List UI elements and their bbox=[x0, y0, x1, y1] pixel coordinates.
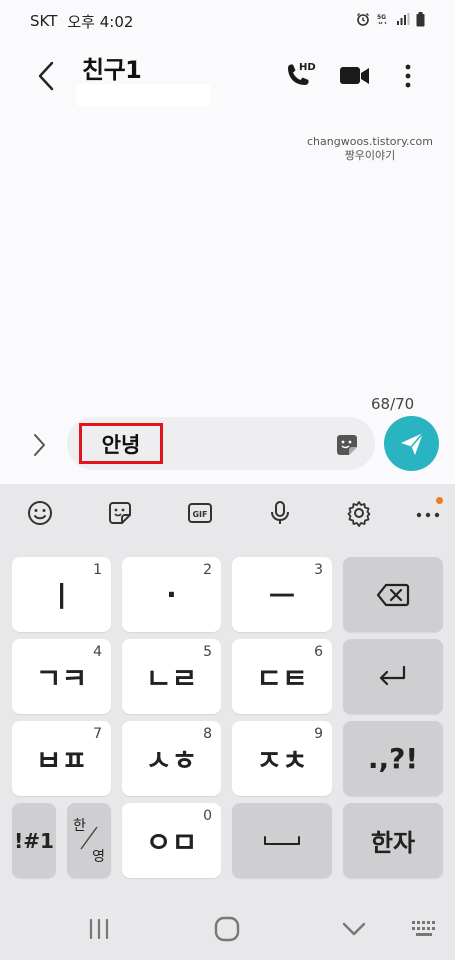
key-label: ㅅㅎ bbox=[145, 743, 198, 777]
watermark-blog-name: 짱우이야기 bbox=[344, 149, 396, 162]
sticker-icon bbox=[337, 435, 357, 455]
key-label: ㄱㅋ bbox=[35, 661, 88, 695]
emoji-button[interactable] bbox=[25, 498, 55, 528]
notification-dot bbox=[436, 497, 443, 504]
character-counter: 68/70 bbox=[371, 395, 415, 413]
key-label: .,?! bbox=[367, 742, 419, 775]
system-navigation-bar bbox=[0, 900, 455, 960]
hanja-key[interactable]: 한자 bbox=[343, 803, 443, 878]
conversation-header: 친구1 HD bbox=[0, 44, 455, 110]
chevron-down-icon bbox=[342, 922, 366, 936]
space-key[interactable] bbox=[232, 803, 332, 878]
phone-hd-icon: HD bbox=[288, 62, 316, 85]
video-call-button[interactable] bbox=[338, 62, 372, 90]
watermark-url: changwoos.tistory.com bbox=[307, 135, 433, 148]
hide-keyboard-button[interactable] bbox=[339, 914, 369, 944]
carrier-label: SKT bbox=[30, 12, 58, 30]
punctuation-key[interactable]: .,?! bbox=[343, 721, 443, 796]
key-label: ㅣ bbox=[48, 579, 75, 613]
key-label: 한자 bbox=[370, 829, 416, 857]
svg-text:5G: 5G bbox=[377, 14, 386, 21]
gear-icon bbox=[347, 501, 371, 527]
message-text-highlighted[interactable]: 안녕 bbox=[79, 423, 163, 464]
key-giyeok-kieuk[interactable]: ㄱㅋ 4 bbox=[12, 639, 111, 714]
key-digeut-tieut[interactable]: ㄷㅌ 6 bbox=[232, 639, 332, 714]
signal-icon bbox=[396, 12, 410, 30]
sticker-outline-icon bbox=[109, 502, 131, 524]
recents-icon bbox=[89, 918, 109, 940]
compose-row: 안녕 bbox=[0, 416, 455, 474]
back-button[interactable] bbox=[28, 58, 64, 94]
smiley-icon bbox=[28, 501, 52, 525]
chevron-left-icon bbox=[38, 61, 54, 91]
gif-label: GIF bbox=[192, 510, 207, 519]
status-bar: SKT 오후 4:02 5G bbox=[0, 0, 455, 42]
key-number: 7 bbox=[93, 726, 102, 742]
key-label: ㄷㅌ bbox=[256, 661, 308, 695]
more-options-button[interactable] bbox=[396, 58, 420, 94]
contact-name: 친구1 bbox=[82, 56, 142, 84]
key-label: ㄴㄹ bbox=[145, 661, 198, 695]
key-number: 9 bbox=[314, 726, 323, 742]
space-bar-icon bbox=[264, 835, 300, 845]
enter-key[interactable] bbox=[343, 639, 443, 714]
alarm-icon bbox=[356, 12, 370, 30]
microphone-icon bbox=[271, 501, 289, 524]
backspace-icon bbox=[376, 583, 410, 606]
key-number: 1 bbox=[93, 562, 102, 578]
keyboard-toolbar: GIF bbox=[0, 484, 455, 542]
samsung-keyboard: GIF ㅣ 1 · 2 ㅡ 3 ㄱㅋ 4 ㄴㄹ 5 ㄷㅌ 6 ㅂㅍ 7 ㅅㅎ 8… bbox=[0, 484, 455, 960]
battery-icon bbox=[416, 11, 425, 31]
key-number: 8 bbox=[203, 726, 212, 742]
key-number: 3 bbox=[314, 562, 323, 578]
key-number: 4 bbox=[93, 644, 102, 660]
key-number: 2 bbox=[203, 562, 212, 578]
keyboard-icon bbox=[412, 921, 435, 936]
hd-badge: HD bbox=[299, 62, 316, 73]
key-label: ㅇㅁ bbox=[145, 825, 198, 859]
key-nieun-rieul[interactable]: ㄴㄹ 5 bbox=[122, 639, 221, 714]
key-label: ㅈㅊ bbox=[256, 743, 308, 777]
keyboard-switch-button[interactable] bbox=[410, 914, 440, 944]
sticker-button[interactable] bbox=[333, 431, 361, 459]
key-label: ㅂㅍ bbox=[35, 743, 88, 777]
expand-attachments-button[interactable] bbox=[26, 430, 52, 460]
key-bieup-pieup[interactable]: ㅂㅍ 7 bbox=[12, 721, 111, 796]
gif-button[interactable]: GIF bbox=[185, 498, 215, 528]
enter-return-icon bbox=[379, 665, 406, 685]
key-ieung-mieum[interactable]: ㅇㅁ 0 bbox=[122, 803, 221, 878]
watermark: changwoos.tistory.com 짱우이야기 bbox=[307, 135, 433, 163]
recent-apps-button[interactable] bbox=[84, 914, 114, 944]
key-label: ㅡ bbox=[269, 579, 295, 613]
more-vertical-icon bbox=[405, 64, 411, 88]
keyboard-sticker-button[interactable] bbox=[105, 498, 135, 528]
home-rounded-square-icon bbox=[214, 916, 240, 942]
key-siot-hieut[interactable]: ㅅㅎ 8 bbox=[122, 721, 221, 796]
lang-english-label: 영 bbox=[92, 849, 105, 865]
hd-voice-call-button[interactable]: HD bbox=[282, 58, 316, 94]
key-jieut-chieut[interactable]: ㅈㅊ 9 bbox=[232, 721, 332, 796]
key-vowel-eu[interactable]: ㅡ 3 bbox=[232, 557, 332, 632]
key-label: !#1 bbox=[14, 828, 54, 853]
key-label: · bbox=[166, 578, 177, 611]
key-vowel-i[interactable]: ㅣ 1 bbox=[12, 557, 111, 632]
chevron-right-icon bbox=[34, 434, 45, 456]
network-5g-icon: 5G bbox=[376, 12, 390, 30]
send-button[interactable] bbox=[384, 416, 439, 471]
key-number: 5 bbox=[203, 644, 212, 660]
status-time: 오후 4:02 bbox=[67, 12, 134, 31]
keyboard-settings-button[interactable] bbox=[344, 498, 374, 528]
contact-number-redacted bbox=[76, 84, 210, 106]
language-switch-key[interactable]: 한 영 bbox=[67, 803, 111, 878]
video-camera-icon bbox=[340, 67, 369, 84]
symbols-key[interactable]: !#1 bbox=[12, 803, 56, 878]
voice-input-button[interactable] bbox=[265, 498, 295, 528]
key-number: 6 bbox=[314, 644, 323, 660]
key-number: 0 bbox=[203, 808, 212, 824]
key-vowel-dot[interactable]: · 2 bbox=[122, 557, 221, 632]
home-button[interactable] bbox=[212, 914, 242, 944]
send-paper-plane-icon bbox=[400, 431, 424, 455]
gif-icon: GIF bbox=[188, 503, 212, 523]
backspace-key[interactable] bbox=[343, 557, 443, 632]
